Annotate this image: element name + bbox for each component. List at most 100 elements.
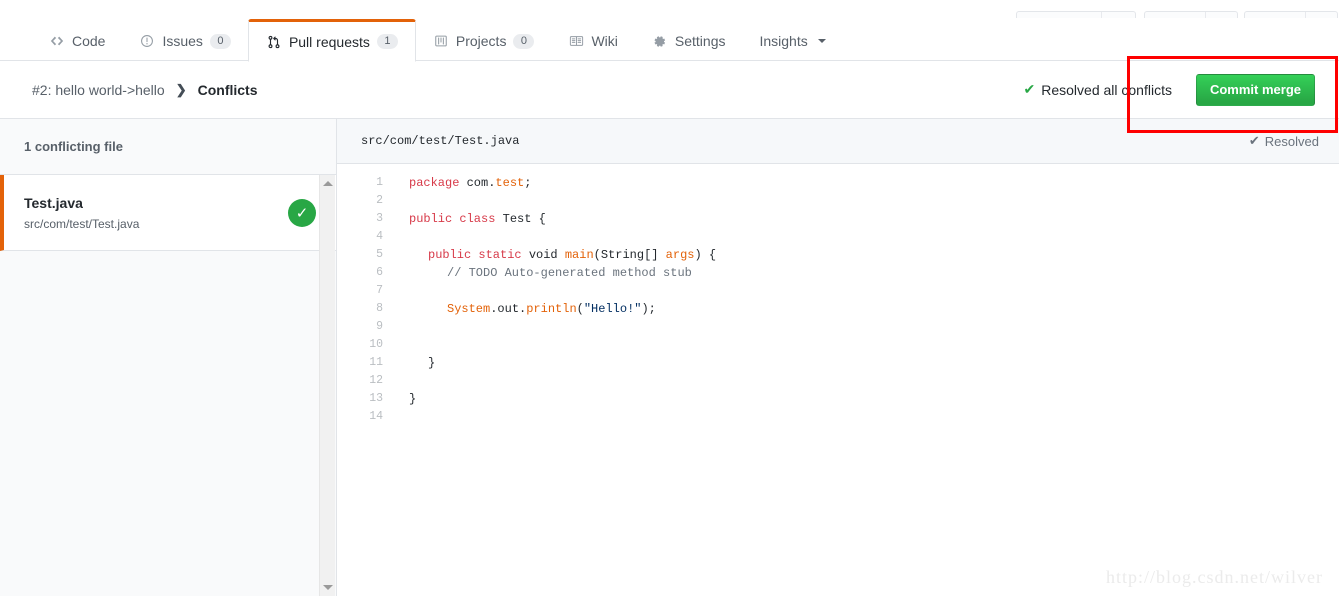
file-path: src/com/test/Test.java [24,216,140,231]
conflicting-files-sidebar: 1 conflicting file Test.java src/com/tes… [0,119,337,596]
code-token: com. [466,176,496,190]
list-item[interactable]: Test.java src/com/test/Test.java ✓ [0,175,336,251]
caret-down-icon [817,39,826,43]
line-number: 4 [376,230,383,243]
code-lines-table: 1 package com.test; 2 3 public class Test {… [337,174,716,426]
nav-tab-settings-label: Settings [674,33,726,49]
code-file-path: src/com/test/Test.java [361,134,520,148]
code-token: println [526,302,577,316]
line-number: 12 [369,374,383,387]
nav-tab-insights[interactable]: Insights [742,18,842,61]
sidebar-scrollbar[interactable] [319,175,335,596]
code-line: 7 [337,282,716,300]
code-line: 12 [337,372,716,390]
code-line: 3 public class Test { [337,210,716,228]
code-line: 2 [337,192,716,210]
resolved-all-conflicts-label: Resolved all conflicts [1041,81,1172,98]
line-number: 3 [376,212,383,225]
pull-request-header: #2: hello world->hello ❯ Conflicts ✔ Res… [0,61,1339,119]
nav-tab-pull-requests-count: 1 [376,34,398,49]
scroll-down-arrow-icon[interactable] [323,585,333,590]
code-token: } [428,356,436,370]
code-token: main [564,248,594,262]
resolved-all-conflicts-status: ✔ Resolved all conflicts [1024,81,1172,98]
project-board-icon [433,33,449,49]
nav-tab-insights-label: Insights [759,33,808,49]
code-line: 11} [337,354,716,372]
code-token: void [528,248,565,262]
code-line: 8 System.out.println("Hello!"); [337,300,716,318]
code-editor-header: src/com/test/Test.java ✔ Resolved [337,119,1339,164]
git-pull-request-icon [266,34,282,50]
nav-tab-pull-requests-label: Pull requests [288,33,370,50]
pull-request-header-actions: ✔ Resolved all conflicts Commit merge [1024,73,1315,106]
conflicting-files-heading: 1 conflicting file [0,119,336,175]
breadcrumb: #2: hello world->hello ❯ Conflicts [32,82,258,98]
code-token: { [531,212,546,226]
code-token: "Hello!" [583,302,642,316]
line-source [383,228,716,246]
top-toolbar-strip [0,0,1339,26]
code-line: 10 [337,336,716,354]
nav-tab-issues[interactable]: Issues 0 [122,18,247,61]
code-token: test [495,176,525,190]
line-source: package com.test; [383,174,716,192]
file-resolved-status: ✔ Resolved [1249,133,1319,149]
code-token: Test [502,212,532,226]
code-token: ) { [694,248,717,262]
line-source: } [383,354,716,372]
code-line: 5 public static void main(String[] args) … [337,246,716,264]
book-icon [568,33,584,49]
breadcrumb-pr-link[interactable]: #2: hello world->hello [32,82,165,98]
commit-merge-button[interactable]: Commit merge [1195,73,1315,106]
code-token: public static [428,248,529,262]
code-token: args [665,248,695,262]
line-source: } [383,390,716,408]
chevron-right-icon: ❯ [175,81,187,97]
line-source [383,318,716,336]
check-circle-icon: ✓ [288,198,316,227]
code-line: 1 package com.test; [337,174,716,192]
nav-tab-settings[interactable]: Settings [635,18,743,61]
code-token: (String[] [593,248,666,262]
line-number: 6 [376,266,383,279]
nav-tab-code[interactable]: Code [32,18,122,61]
code-token: // TODO Auto-generated method stub [447,266,692,280]
line-number: 8 [376,302,383,315]
line-source: // TODO Auto-generated method stub [383,264,716,282]
issue-opened-icon [139,33,155,49]
line-source [383,408,716,426]
conflict-editor-layout: 1 conflicting file Test.java src/com/tes… [0,119,1339,596]
line-number: 1 [376,176,383,189]
code-line: 6 // TODO Auto-generated method stub [337,264,716,282]
line-source: public class Test { [383,210,716,228]
line-number: 10 [369,338,383,351]
code-token: ); [641,302,656,316]
file-resolved-label: Resolved [1264,133,1319,149]
code-token: } [409,392,417,406]
code-line: 9 [337,318,716,336]
code-line: 13} [337,390,716,408]
nav-tab-projects[interactable]: Projects 0 [416,18,552,61]
line-number: 5 [376,248,383,261]
code-line: 4 [337,228,716,246]
nav-tab-pull-requests[interactable]: Pull requests 1 [247,19,416,62]
line-number: 2 [376,194,383,207]
scroll-up-arrow-icon[interactable] [323,181,333,186]
breadcrumb-current: Conflicts [197,81,258,98]
code-token: .out. [490,302,527,316]
code-token: ; [524,176,532,190]
line-source [383,372,716,390]
check-icon: ✔ [1023,81,1036,97]
code-editor-body[interactable]: 1 package com.test; 2 3 public class Test {… [337,164,1339,596]
nav-tab-issues-label: Issues [162,33,203,49]
nav-tab-wiki[interactable]: Wiki [551,18,634,61]
line-source [383,336,716,354]
nav-tab-issues-count: 0 [209,33,231,49]
repo-nav: Code Issues 0 Pull requests 1 Projects 0… [0,18,1339,62]
line-number: 7 [376,284,383,297]
nav-tab-code-label: Code [72,33,106,49]
line-source [383,282,716,300]
code-token: ( [576,302,584,316]
line-number: 13 [369,392,383,405]
